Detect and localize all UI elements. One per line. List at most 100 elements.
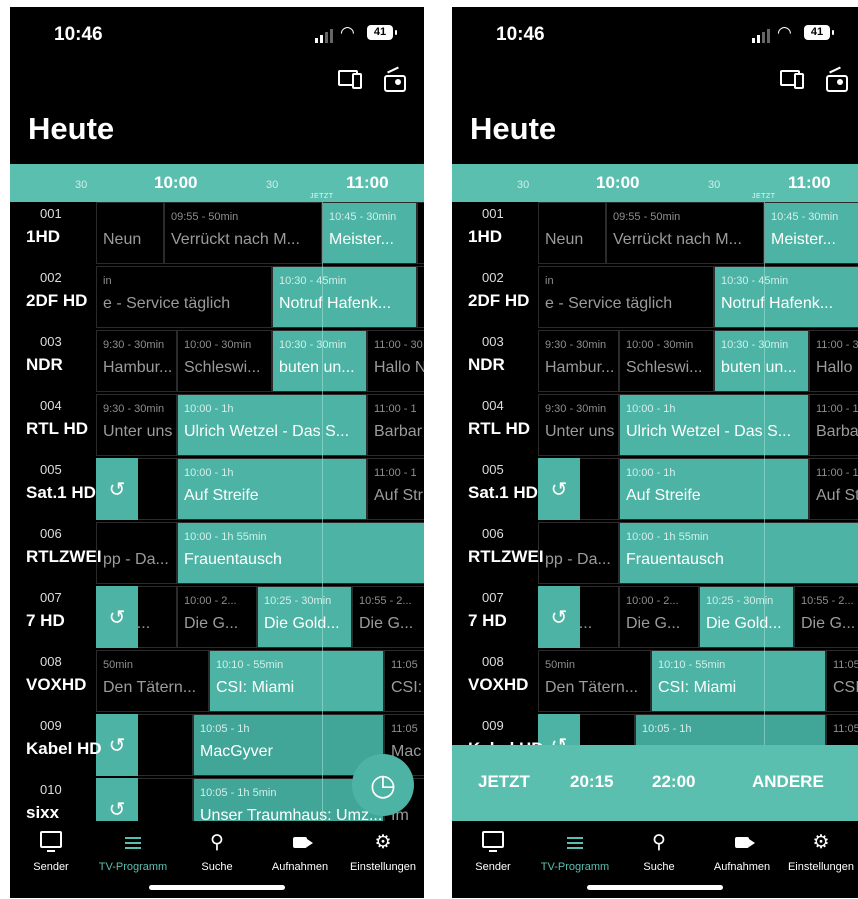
program-cell[interactable]: 10:00 - 1h Auf Streife [177, 458, 367, 520]
nav-tv-programm[interactable]: TV-Programm [534, 831, 616, 873]
program-cell[interactable]: 10:30 - 30min buten un... [714, 330, 809, 392]
channel-number: 006 [482, 526, 504, 541]
channel-logo[interactable]: VOXHD [468, 675, 528, 695]
channel-logo[interactable]: sixx [26, 803, 59, 822]
program-cell[interactable]: 10:00 - 2... Die G... [177, 586, 257, 648]
program-cell[interactable]: 9:30 - 30min Unter uns [96, 394, 177, 456]
program-cell[interactable]: 11:00 - 1 Barbar [809, 394, 858, 456]
channel-logo[interactable]: 7 HD [26, 611, 65, 631]
replay-button[interactable]: ↺ [96, 586, 138, 648]
channel-logo[interactable]: 2DF HD [468, 291, 529, 311]
nav-einstellungen[interactable]: ⚙ Einstellungen [780, 831, 858, 873]
program-cell[interactable]: 11:00 - 1 Auf Str [809, 458, 858, 520]
channel-logo[interactable]: 2DF HD [26, 291, 87, 311]
program-cell[interactable]: 09:55 - 50min Verrückt nach M... [606, 202, 764, 264]
program-cell[interactable]: 10:25 - 30min Die Gold... [257, 586, 352, 648]
timeline-bar[interactable]: 30 10:00 30 11:00 JETZT [10, 164, 424, 202]
program-cell[interactable]: 10:00 - 1h 55min Frauentausch [177, 522, 424, 584]
program-cell[interactable]: 10:30 - 30min buten un... [272, 330, 367, 392]
program-cell[interactable]: 10:00 - 1h Ulrich Wetzel - Das S... [177, 394, 367, 456]
nav-suche[interactable]: ⚲ Suche [176, 831, 258, 873]
picker-andere-button[interactable]: ANDERE [752, 772, 824, 792]
program-time: 11:05 [833, 659, 858, 671]
program-title: e - Service täglich [545, 295, 673, 312]
program-cell[interactable]: in e - Service täglich [96, 266, 272, 328]
program-cell[interactable]: 50min Den Tätern... [538, 650, 651, 712]
program-time: 10:00 - 1h 55min [626, 531, 709, 543]
replay-button[interactable]: ↺ [538, 586, 580, 648]
program-cell[interactable]: 10:00 - 30min Schleswi... [177, 330, 272, 392]
program-cell[interactable]: 10:00 - 30min Schleswi... [619, 330, 714, 392]
program-cell[interactable]: 10:10 - 55min CSI: Miami [651, 650, 826, 712]
channel-logo[interactable]: Kabel HD [26, 739, 102, 759]
clock-fab-button[interactable]: ◷ [352, 754, 414, 816]
program-cell[interactable]: 10:55 - 2... Die G... [352, 586, 424, 648]
channel-logo[interactable]: RTL HD [468, 419, 530, 439]
nav-aufnahmen[interactable]: Aufnahmen [701, 831, 783, 873]
program-cell[interactable]: 10:10 - 55min CSI: Miami [209, 650, 384, 712]
picker-2200-button[interactable]: 22:00 [652, 772, 695, 792]
program-cell[interactable]: pp - Da... [538, 522, 619, 584]
program-cell[interactable]: 10:55 - 2... Die G... [794, 586, 858, 648]
picker-jetzt-button[interactable]: JETZT [478, 772, 530, 792]
program-cell[interactable]: 10:00 - 1h Ulrich Wetzel - Das S... [619, 394, 809, 456]
bottom-nav: Sender TV-Programm ⚲ Suche Aufnahmen ⚙ Ein… [452, 821, 858, 898]
program-cell[interactable]: 11:05 CSI: [826, 650, 858, 712]
channel-logo[interactable]: NDR [468, 355, 505, 375]
channel-logo[interactable]: 7 HD [468, 611, 507, 631]
program-cell[interactable]: 10:45 - 30min Meister... [764, 202, 858, 264]
channel-logo[interactable]: 1HD [26, 227, 60, 247]
program-cell[interactable]: pp - Da... [96, 522, 177, 584]
radio-icon[interactable] [826, 66, 848, 92]
channel-number: 007 [40, 590, 62, 605]
program-cell[interactable]: in e - Service täglich [538, 266, 714, 328]
nav-tv-programm[interactable]: TV-Programm [92, 831, 174, 873]
program-cell[interactable]: S [417, 266, 424, 328]
devices-icon[interactable] [780, 69, 804, 89]
channel-logo[interactable]: RTLZWEI [468, 547, 544, 567]
nav-sender[interactable]: Sender [10, 831, 92, 873]
picker-2015-button[interactable]: 20:15 [570, 772, 613, 792]
channel-logo[interactable]: RTLZWEI [26, 547, 102, 567]
program-cell[interactable]: 10:30 - 45min Notruf Hafenk... [272, 266, 417, 328]
timeline-bar[interactable]: 30 10:00 30 11:00 JETZT [452, 164, 858, 202]
radio-icon[interactable] [384, 66, 406, 92]
channel-logo[interactable]: NDR [26, 355, 63, 375]
program-cell[interactable]: 9:30 - 30min Hambur... [96, 330, 177, 392]
replay-button[interactable]: ↺ [96, 714, 138, 776]
devices-icon[interactable] [338, 69, 362, 89]
program-title: Notruf Hafenk... [279, 295, 392, 312]
program-cell[interactable]: 9:30 - 30min Hambur... [538, 330, 619, 392]
program-cell[interactable]: 10:00 - 2... Die G... [619, 586, 699, 648]
replay-button[interactable]: ↺ [538, 458, 580, 520]
program-cell[interactable]: 10:25 - 30min Die Gold... [699, 586, 794, 648]
program-cell[interactable]: 10:30 - 45min Notruf Hafenk... [714, 266, 858, 328]
nav-aufnahmen[interactable]: Aufnahmen [259, 831, 341, 873]
program-cell[interactable]: 11:00 - 30 Hallo N [809, 330, 858, 392]
program-cell[interactable]: Neun [538, 202, 606, 264]
program-cell[interactable]: 10:00 - 1h 55min Frauentausch [619, 522, 858, 584]
program-cell[interactable]: 10:45 - 30min Meister... [322, 202, 417, 264]
program-cell[interactable]: 11:00 - 1 Barbar [367, 394, 424, 456]
channel-logo[interactable]: Sat.1 HD [468, 483, 538, 503]
nav-einstellungen[interactable]: ⚙ Einstellungen [342, 831, 424, 873]
program-cell[interactable]: 09:55 - 50min Verrückt nach M... [164, 202, 322, 264]
program-cell[interactable]: 11:00 - 1 Auf Str [367, 458, 424, 520]
replay-button[interactable]: ↺ [96, 778, 138, 822]
program-cell[interactable]: W [417, 202, 424, 264]
channel-logo[interactable]: VOXHD [26, 675, 86, 695]
channel-logo[interactable]: 1HD [468, 227, 502, 247]
channel-logo[interactable]: RTL HD [26, 419, 88, 439]
channel-number: 004 [40, 398, 62, 413]
program-cell[interactable]: 10:05 - 1h MacGyver [193, 714, 384, 776]
program-cell[interactable]: 50min Den Tätern... [96, 650, 209, 712]
nav-sender[interactable]: Sender [452, 831, 534, 873]
program-cell[interactable]: Neun [96, 202, 164, 264]
program-cell[interactable]: 9:30 - 30min Unter uns [538, 394, 619, 456]
replay-button[interactable]: ↺ [96, 458, 138, 520]
program-cell[interactable]: 11:05 CSI: [384, 650, 424, 712]
program-cell[interactable]: 10:00 - 1h Auf Streife [619, 458, 809, 520]
program-cell[interactable]: 11:00 - 30 Hallo N [367, 330, 424, 392]
nav-suche[interactable]: ⚲ Suche [618, 831, 700, 873]
channel-logo[interactable]: Sat.1 HD [26, 483, 96, 503]
